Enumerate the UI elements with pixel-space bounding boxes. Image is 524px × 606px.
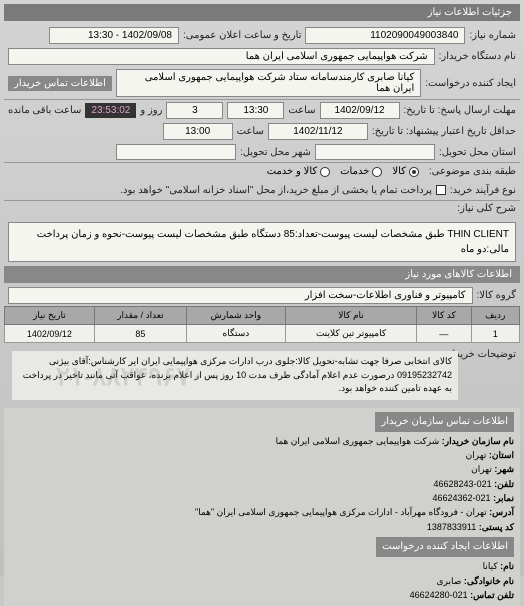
desc-text: THIN CLIENT طبق مشخصات لیست پیوست-تعداد:… bbox=[8, 222, 516, 262]
request-number-label: شماره نیاز: bbox=[469, 30, 516, 41]
phone-label: تلفن: bbox=[494, 479, 514, 489]
deliver-city bbox=[116, 144, 236, 160]
payment-checkbox[interactable] bbox=[436, 185, 446, 195]
name-value: کیانا bbox=[483, 561, 498, 571]
payment-note: پرداخت تمام یا بخشی از مبلغ خرید،از محل … bbox=[120, 185, 432, 196]
table-header-row: ردیف کد کالا نام کالا واحد شمارش تعداد /… bbox=[5, 307, 520, 325]
valid-time-label: ساعت bbox=[237, 126, 264, 137]
buyer-desc-box: کالای انتخابی صرفا جهت تشابه-تحویل کالا:… bbox=[12, 351, 458, 400]
postal-value: 1387833911 bbox=[427, 522, 476, 532]
packaging-label: طبقه بندی موضوعی: bbox=[429, 166, 516, 177]
public-date: 1402/09/08 - 13:30 bbox=[49, 27, 179, 44]
creator-header: اطلاعات ایجاد کننده درخواست bbox=[376, 537, 514, 557]
respond-date: 1402/09/12 bbox=[320, 102, 400, 119]
valid-time: 13:00 bbox=[163, 123, 233, 140]
th-name: نام کالا bbox=[285, 307, 417, 325]
radio-kala-label: کالا bbox=[392, 166, 406, 177]
request-number: 1102090049003840 bbox=[305, 27, 465, 44]
desc-label: شرح کلی نیاز: bbox=[457, 203, 516, 214]
radio-icon bbox=[320, 167, 330, 177]
respond-time-label: ساعت bbox=[288, 105, 315, 116]
radio-khadamat[interactable]: خدمات bbox=[340, 166, 382, 177]
min-validity-label: حداقل تاریخ اعتبار پیشنهاد: تا تاریخ: bbox=[372, 126, 516, 137]
cell-name: کامپیوتر تین کلاینت bbox=[285, 325, 417, 343]
address-value: تهران - فرودگاه مهرآباد - ادارات مرکزی ه… bbox=[195, 507, 487, 517]
cell-qty: 85 bbox=[94, 325, 186, 343]
th-idx: ردیف bbox=[471, 307, 519, 325]
province-label: استان: bbox=[489, 450, 514, 460]
buyer-org-label: نام دستگاه خریدار: bbox=[439, 51, 516, 62]
group-value: کامپیوتر و فناوری اطلاعات-سخت افزار bbox=[8, 287, 473, 304]
cell-idx: 1 bbox=[471, 325, 519, 343]
countdown: 23:53:02 bbox=[85, 103, 136, 118]
city-value: تهران bbox=[471, 464, 492, 474]
fax-value: 021-46624362 bbox=[432, 493, 490, 503]
radio-khadamat-label: خدمات bbox=[340, 166, 369, 177]
buyer-org: شرکت هواپیمایی جمهوری اسلامی ایران هما bbox=[8, 48, 435, 65]
org-label: نام سازمان خریدار: bbox=[442, 436, 514, 446]
respond-time: 13:30 bbox=[227, 102, 284, 119]
radio-icon bbox=[409, 167, 419, 177]
cell-unit: دستگاه bbox=[187, 325, 286, 343]
name-label: نام: bbox=[500, 561, 514, 571]
panel-header: جزئیات اطلاعات نیاز bbox=[4, 4, 520, 21]
respond-until-label: مهلت ارسال پاسخ: تا تاریخ: bbox=[404, 105, 516, 116]
deliver-place-label: استان محل تحویل: bbox=[439, 147, 516, 158]
tel-value: 021-46624280 bbox=[410, 590, 468, 600]
phone-value: 021-46628243 bbox=[434, 479, 492, 489]
deliver-place bbox=[315, 144, 435, 160]
days-remaining: 3 bbox=[166, 102, 223, 119]
th-unit: واحد شمارش bbox=[187, 307, 286, 325]
tel-label: تلفن تماس: bbox=[470, 590, 514, 600]
postal-label: کد پستی: bbox=[479, 522, 514, 532]
radio-kk-label: کالا و خدمت bbox=[267, 166, 318, 177]
cell-code: — bbox=[417, 325, 471, 343]
group-label: گروه کالا: bbox=[477, 290, 516, 301]
buyer-desc-text: کالای انتخابی صرفا جهت تشابه-تحویل کالا:… bbox=[23, 356, 452, 393]
radio-icon bbox=[372, 167, 382, 177]
org-value: شرکت هواپیمایی جمهوری اسلامی ایران هما bbox=[276, 436, 440, 446]
address-label: آدرس: bbox=[489, 507, 514, 517]
city-label: شهر: bbox=[494, 464, 514, 474]
buyer-desc-label: توضیحات خریدار: bbox=[466, 349, 516, 360]
th-qty: تعداد / مقدار bbox=[94, 307, 186, 325]
requester-label: ایجاد کننده درخواست: bbox=[425, 78, 516, 89]
requester: کیانا صابری کارمندسامانه ستاد شرکت هواپی… bbox=[116, 69, 421, 97]
valid-date: 1402/11/12 bbox=[268, 123, 368, 140]
goods-section-header: اطلاعات کالاهای مورد نیاز bbox=[4, 266, 520, 283]
remaining-label: ساعت باقی مانده bbox=[8, 105, 81, 116]
public-date-label: تاریخ و ساعت اعلان عمومی: bbox=[183, 30, 302, 41]
radio-kala[interactable]: کالا bbox=[392, 166, 419, 177]
cell-date: 1402/09/12 bbox=[5, 325, 95, 343]
contact-info-badge[interactable]: اطلاعات تماس خریدار bbox=[8, 76, 112, 91]
province-value: تهران bbox=[466, 450, 487, 460]
fax-label: نمابر: bbox=[493, 493, 514, 503]
th-code: کد کالا bbox=[417, 307, 471, 325]
contact-header: اطلاعات تماس سازمان خریدار bbox=[375, 412, 514, 432]
radio-kala-khadamat[interactable]: کالا و خدمت bbox=[267, 166, 331, 177]
th-date: تاریخ نیاز bbox=[5, 307, 95, 325]
goods-table: ردیف کد کالا نام کالا واحد شمارش تعداد /… bbox=[4, 306, 520, 343]
payment-type-label: نوع فرآیند خرید: bbox=[450, 185, 516, 196]
contact-section: اطلاعات تماس سازمان خریدار نام سازمان خر… bbox=[4, 408, 520, 606]
deliver-city-label: شهر محل تحویل: bbox=[240, 147, 311, 158]
table-row[interactable]: 1 — کامپیوتر تین کلاینت دستگاه 85 1402/0… bbox=[5, 325, 520, 343]
family-value: صابری bbox=[437, 576, 462, 586]
family-label: نام خانوادگی: bbox=[464, 576, 514, 586]
days-label: روز و bbox=[140, 105, 162, 116]
